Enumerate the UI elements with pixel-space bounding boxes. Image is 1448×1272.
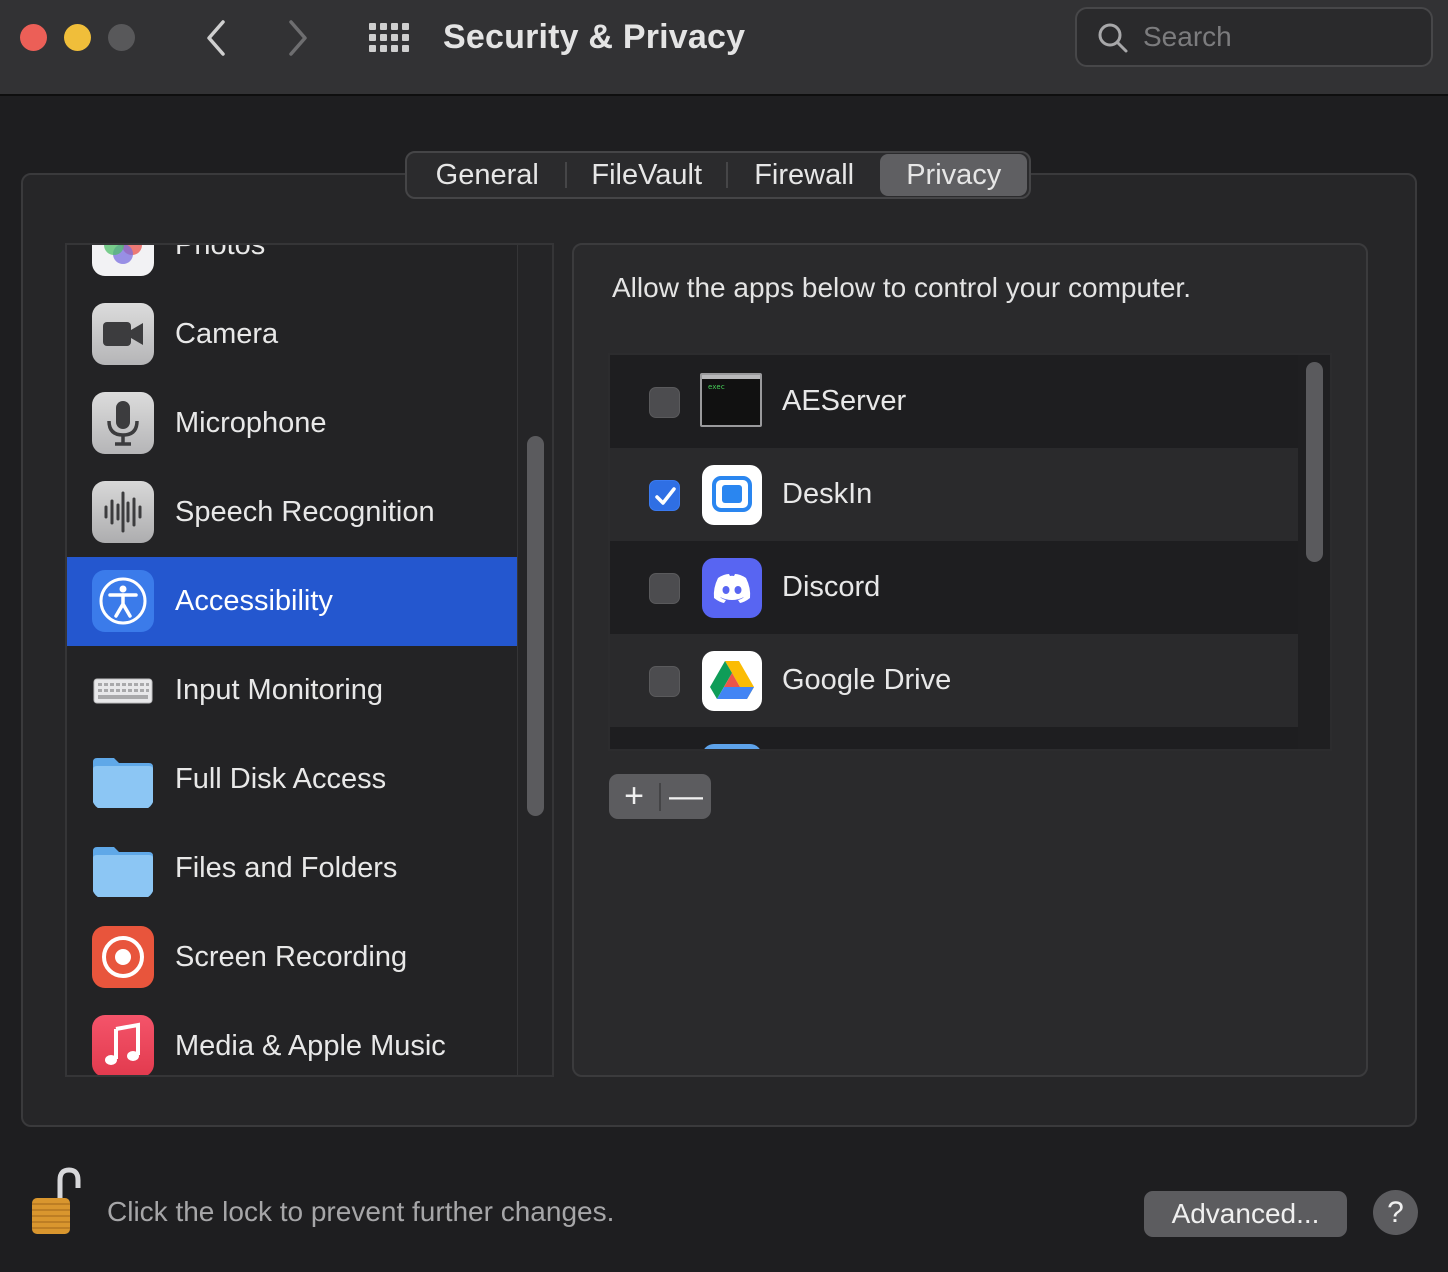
- privacy-category-list[interactable]: Photos Camera Microphone Speech Recognit…: [65, 243, 554, 1077]
- search-icon: [1098, 23, 1128, 53]
- app-name: Discord: [782, 571, 881, 603]
- sidebar-item-full-disk-access[interactable]: Full Disk Access: [67, 735, 519, 824]
- app-name: Google Drive: [782, 664, 952, 696]
- sidebar-item-media-apple-music[interactable]: Media & Apple Music: [67, 1002, 519, 1075]
- camera-icon: [92, 303, 154, 365]
- svg-text:exec: exec: [708, 383, 725, 391]
- sidebar-item-label: Full Disk Access: [175, 763, 387, 795]
- app-list-scrollbar-thumb[interactable]: [1306, 362, 1323, 562]
- google-drive-icon: [702, 651, 762, 711]
- chevron-right-icon: [289, 20, 307, 56]
- tab-firewall[interactable]: Firewall: [728, 154, 881, 196]
- app-name: AEServer: [782, 385, 907, 417]
- search-input[interactable]: [1143, 17, 1423, 57]
- deskin-icon: [702, 465, 762, 525]
- window-title: Security & Privacy: [443, 18, 746, 56]
- close-window-button[interactable]: [20, 24, 47, 51]
- accessibility-icon: [92, 570, 154, 632]
- sidebar-item-camera[interactable]: Camera: [67, 290, 519, 379]
- minimize-window-button[interactable]: [64, 24, 91, 51]
- app-row-discord[interactable]: Discord: [610, 541, 1298, 634]
- speech-recognition-icon: [92, 481, 154, 543]
- folder-icon: [92, 837, 154, 899]
- photos-icon: [92, 245, 154, 276]
- tab-filevault[interactable]: FileVault: [567, 154, 725, 196]
- sidebar-item-photos[interactable]: Photos: [67, 243, 519, 290]
- sidebar-item-screen-recording[interactable]: Screen Recording: [67, 913, 519, 1002]
- zoom-window-button[interactable]: [108, 24, 135, 51]
- terminal-exec-icon: exec: [700, 373, 762, 427]
- app-list[interactable]: exec AEServer DeskIn Discord Google Driv…: [608, 353, 1332, 751]
- lock-button[interactable]: [26, 1166, 92, 1238]
- sidebar-item-label: Camera: [175, 318, 279, 350]
- unlocked-padlock-icon: [32, 1167, 81, 1234]
- app-checkbox-checked[interactable]: [649, 480, 680, 511]
- sidebar-item-label: Accessibility: [175, 585, 333, 617]
- app-name: DeskIn: [782, 478, 873, 510]
- app-row-google-drive[interactable]: Google Drive: [610, 634, 1298, 727]
- app-checkbox[interactable]: [649, 387, 680, 418]
- sidebar-item-microphone[interactable]: Microphone: [67, 379, 519, 468]
- add-remove-control: + —: [609, 774, 711, 819]
- sidebar-item-label: Photos: [175, 243, 266, 261]
- tab-bar: General FileVault Firewall Privacy: [405, 151, 1031, 199]
- sidebar-item-input-monitoring[interactable]: Input Monitoring: [67, 646, 519, 735]
- sidebar-item-label: Input Monitoring: [175, 674, 383, 706]
- advanced-button[interactable]: Advanced...: [1144, 1191, 1347, 1237]
- keyboard-icon: [92, 659, 154, 721]
- back-button[interactable]: [196, 16, 236, 60]
- forward-button[interactable]: [278, 16, 318, 60]
- app-checkbox[interactable]: [649, 573, 680, 604]
- discord-icon: [702, 558, 762, 618]
- microphone-icon: [92, 392, 154, 454]
- panel-description: Allow the apps below to control your com…: [612, 272, 1191, 303]
- sidebar-item-label: Screen Recording: [175, 941, 408, 973]
- screen-recording-icon: [92, 926, 154, 988]
- tab-privacy[interactable]: Privacy: [880, 154, 1028, 196]
- search-field[interactable]: [1075, 7, 1433, 67]
- app-row-deskin[interactable]: DeskIn: [610, 448, 1298, 541]
- chevron-left-icon: [207, 20, 225, 56]
- show-all-grid-button[interactable]: [366, 20, 412, 56]
- app-row-aeserver[interactable]: exec AEServer: [610, 355, 1298, 448]
- sidebar-item-label: Media & Apple Music: [175, 1030, 446, 1062]
- app-icon: [702, 744, 762, 749]
- title-bar: Security & Privacy: [0, 0, 1448, 96]
- sidebar-item-speech-recognition[interactable]: Speech Recognition: [67, 468, 519, 557]
- checkmark-icon: [655, 487, 676, 505]
- lock-status-text: Click the lock to prevent further change…: [107, 1196, 615, 1227]
- music-icon: [92, 1015, 154, 1075]
- folder-icon: [92, 748, 154, 810]
- sidebar-item-label: Microphone: [175, 407, 327, 439]
- app-row-partial[interactable]: [610, 727, 1298, 749]
- add-app-button[interactable]: +: [609, 774, 659, 819]
- help-button[interactable]: ?: [1373, 1190, 1418, 1235]
- sidebar-item-label: Speech Recognition: [175, 496, 435, 528]
- app-checkbox[interactable]: [649, 666, 680, 697]
- category-scrollbar-thumb[interactable]: [527, 436, 544, 816]
- sidebar-item-accessibility[interactable]: Accessibility: [67, 557, 519, 646]
- tab-general[interactable]: General: [409, 154, 565, 196]
- sidebar-item-label: Files and Folders: [175, 852, 398, 884]
- remove-app-button[interactable]: —: [661, 774, 711, 819]
- sidebar-item-files-and-folders[interactable]: Files and Folders: [67, 824, 519, 913]
